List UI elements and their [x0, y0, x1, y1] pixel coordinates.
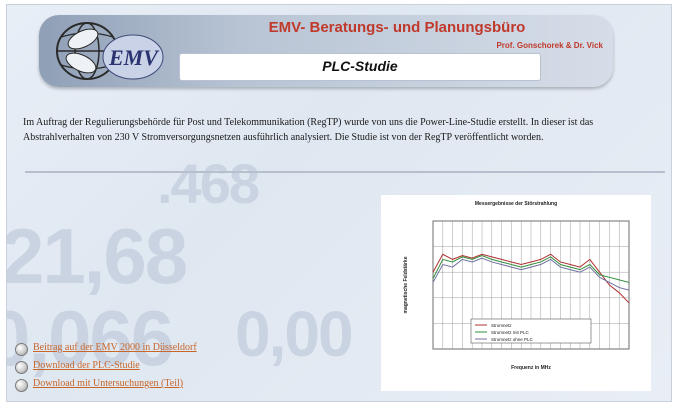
bullet-icon	[15, 343, 28, 356]
background-digits: 21,68	[6, 212, 188, 300]
chart: Stromnetz Stromnetz mit PLC Stromnetz ohne…	[403, 220, 630, 371]
chart-panel: Messergebnisse der Störstrahlung Stromne…	[381, 195, 651, 391]
legend-label: Stromnetz	[491, 323, 512, 328]
bullet-icon	[15, 379, 28, 392]
background-digits: .468	[157, 152, 260, 215]
header-subtitle-box: PLC-Studie	[179, 53, 541, 81]
divider	[25, 171, 665, 173]
x-axis-label: Frequenz in MHz	[511, 365, 551, 371]
legend-label: Stromnetz mit PLC	[491, 330, 530, 335]
background-digits: 0,00	[235, 298, 354, 370]
page-frame: .468 21,68 0,066 0,00 EMV EMV- Beratungs…	[6, 4, 672, 402]
page-title: PLC-Studie	[322, 58, 398, 74]
link-emv-2000[interactable]: Beitrag auf der EMV 2000 in Düsseldorf	[33, 342, 197, 353]
intro-text: Im Auftrag der Regulierungsbehörde für P…	[23, 117, 594, 143]
legend-label: Stromnetz ohne PLC	[491, 337, 534, 342]
header-authors: Prof. Gonschorek & Dr. Vick	[496, 41, 603, 50]
link-download-untersuchungen[interactable]: Download mit Untersuchungen (Teil)	[33, 378, 183, 389]
link-download-plc-studie[interactable]: Download der PLC-Studie	[33, 360, 140, 371]
y-axis-label: magnetische Feldstärke	[403, 256, 409, 313]
header-title: EMV- Beratungs- und Planungsbüro	[268, 19, 526, 36]
logo-text: EMV	[109, 45, 158, 70]
header-banner: EMV EMV- Beratungs- und Planungsbüro Pro…	[39, 15, 613, 87]
bullet-icon	[15, 361, 28, 374]
